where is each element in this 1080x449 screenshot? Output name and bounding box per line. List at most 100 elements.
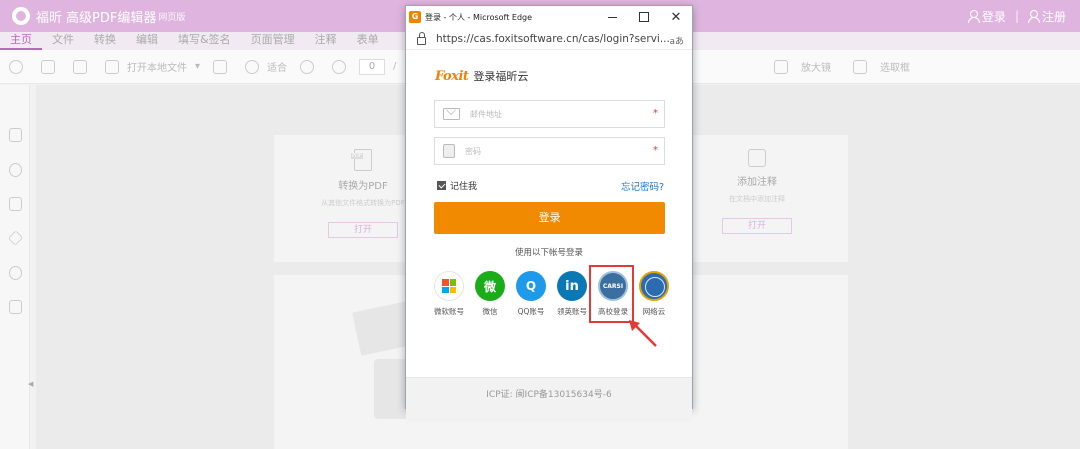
open-convert-button[interactable]: 打开 [328, 222, 398, 238]
download-icon[interactable] [213, 59, 228, 74]
auth-links: 登录 | 注册 [967, 0, 1066, 32]
linkedin-icon[interactable]: in [557, 271, 587, 301]
popup-footer [406, 377, 692, 423]
tab-form[interactable]: 表单 [347, 32, 389, 50]
social-microsoft[interactable]: 微软账号 [428, 267, 470, 317]
required-mark: * [653, 145, 658, 156]
url-text[interactable]: https://cas.foxitsoftware.cn/cas/login?s… [436, 33, 670, 45]
register-link[interactable]: 注册 [1042, 8, 1066, 25]
maximize-button[interactable] [628, 6, 660, 28]
chevron-down-icon[interactable]: ▾ [195, 61, 200, 72]
auth-separator: | [1014, 9, 1019, 23]
email-field[interactable]: 邮件地址 * [434, 100, 665, 128]
attachment-icon[interactable] [9, 300, 22, 314]
page-number-input[interactable]: 0 [359, 58, 386, 75]
social-qq[interactable]: Q QQ账号 [510, 267, 552, 317]
remember-label: 记住我 [450, 182, 478, 192]
login-button[interactable]: 登录 [434, 202, 665, 234]
annotation-arrow-icon [629, 320, 657, 347]
app-logo: 福昕 高级PDF编辑器 网页版 [12, 7, 185, 26]
tab-convert[interactable]: 转换 [84, 32, 126, 50]
feature-desc: 在文档中添加注释 [729, 195, 785, 203]
globe-icon[interactable] [639, 271, 669, 301]
zoom-icon[interactable] [774, 59, 788, 74]
feature-title: 转换为PDF [338, 181, 388, 192]
edit-pen-icon [748, 149, 766, 167]
hand-tool-icon[interactable] [9, 59, 23, 74]
app-edition: 网页版 [158, 12, 186, 23]
lock-icon[interactable] [417, 31, 426, 45]
read-aloud-icon[interactable]: aあ [669, 34, 684, 47]
screenshot-icon[interactable] [73, 59, 87, 74]
feature-title: 添加注释 [737, 177, 777, 188]
select-tool-icon[interactable] [41, 59, 55, 74]
social-cloud[interactable]: 网络云 [633, 267, 675, 317]
icp-license: ICP证: 闽ICP备13015634号-6 [486, 390, 612, 400]
key-icon [443, 144, 455, 158]
social-label: 领英账号 [557, 307, 587, 316]
foxit-logo-icon [12, 7, 30, 25]
qq-icon[interactable]: Q [516, 271, 546, 301]
mail-icon [443, 108, 460, 120]
forgot-password-link[interactable]: 忘记密码? [621, 179, 664, 193]
tab-edit[interactable]: 编辑 [126, 32, 168, 50]
social-label: 微信 [482, 307, 498, 316]
password-field[interactable]: 密码 * [434, 137, 665, 165]
login-link[interactable]: 登录 [982, 8, 1006, 25]
social-label: 网络云 [642, 307, 666, 316]
user-icon [967, 10, 980, 23]
open-annotate-button[interactable]: 打开 [722, 218, 792, 234]
comment-icon[interactable] [9, 163, 22, 177]
user-icon [1027, 10, 1040, 23]
close-button[interactable]: ✕ [660, 6, 692, 28]
collapse-arrow-icon[interactable]: ◀ [28, 380, 33, 388]
social-label: 微软账号 [434, 307, 464, 316]
open-local-file-button[interactable]: 打开本地文件 [127, 59, 187, 74]
foxit-app-icon: G [409, 11, 421, 23]
popup-titlebar: G 登录 - 个人 - Microsoft Edge ✕ [406, 6, 692, 28]
fit-button[interactable]: 适合 [267, 59, 287, 74]
social-label: QQ账号 [517, 307, 545, 316]
left-sidebar: ◀ [0, 85, 33, 449]
app-product-name: 高级PDF编辑器 [66, 10, 157, 26]
print-icon[interactable] [245, 59, 260, 74]
marquee-button[interactable]: 选取框 [880, 59, 910, 74]
foxit-brand-logo: Foxit [435, 68, 469, 84]
tab-file[interactable]: 文件 [42, 32, 84, 50]
remember-me[interactable]: 记住我 [437, 179, 477, 192]
feature-convert: 转换为PDF 从其他文件格式转换为PDF 打开 [308, 149, 418, 238]
page-separator: / [393, 61, 397, 72]
minimize-button[interactable] [596, 6, 628, 28]
tab-home[interactable]: 主页 [0, 32, 42, 50]
feature-desc: 从其他文件格式转换为PDF [321, 199, 405, 207]
app-brand-name: 福昕 [36, 10, 63, 26]
tab-page-manage[interactable]: 页面管理 [241, 32, 305, 50]
pdf-file-icon [351, 149, 372, 171]
social-wechat[interactable]: 微 微信 [469, 267, 511, 317]
feature-annotate: 添加注释 在文档中添加注释 打开 [692, 149, 822, 234]
social-login-list: 微软账号 微 微信 Q QQ账号 in 领英账号 CARSI 高校登录 网络云 [428, 265, 676, 327]
brand-header: Foxit 登录福昕云 [435, 68, 528, 84]
email-placeholder: 邮件地址 [470, 109, 502, 119]
pages-icon[interactable] [9, 197, 22, 211]
remember-checkbox[interactable] [437, 181, 446, 190]
marquee-icon[interactable] [853, 59, 867, 74]
layers-icon[interactable] [7, 230, 24, 246]
next-page-icon[interactable] [332, 59, 347, 74]
tab-fill-sign[interactable]: 填写&签名 [168, 32, 241, 50]
social-linkedin[interactable]: in 领英账号 [551, 267, 593, 317]
alt-login-heading: 使用以下帐号登录 [514, 248, 583, 258]
folder-icon[interactable] [105, 59, 119, 74]
login-title: 登录福昕云 [473, 70, 529, 83]
search-icon[interactable] [9, 266, 22, 280]
microsoft-icon[interactable] [434, 271, 464, 301]
tab-comment[interactable]: 注释 [305, 32, 347, 50]
address-bar[interactable]: https://cas.foxitsoftware.cn/cas/login?s… [406, 28, 692, 50]
highlight-box [589, 265, 634, 323]
magnifier-button[interactable]: 放大镜 [801, 59, 831, 74]
wechat-icon[interactable]: 微 [475, 271, 505, 301]
bookmark-icon[interactable] [9, 128, 22, 142]
required-mark: * [653, 108, 658, 119]
prev-page-icon[interactable] [300, 59, 315, 74]
popup-window-title: 登录 - 个人 - Microsoft Edge [425, 12, 533, 22]
